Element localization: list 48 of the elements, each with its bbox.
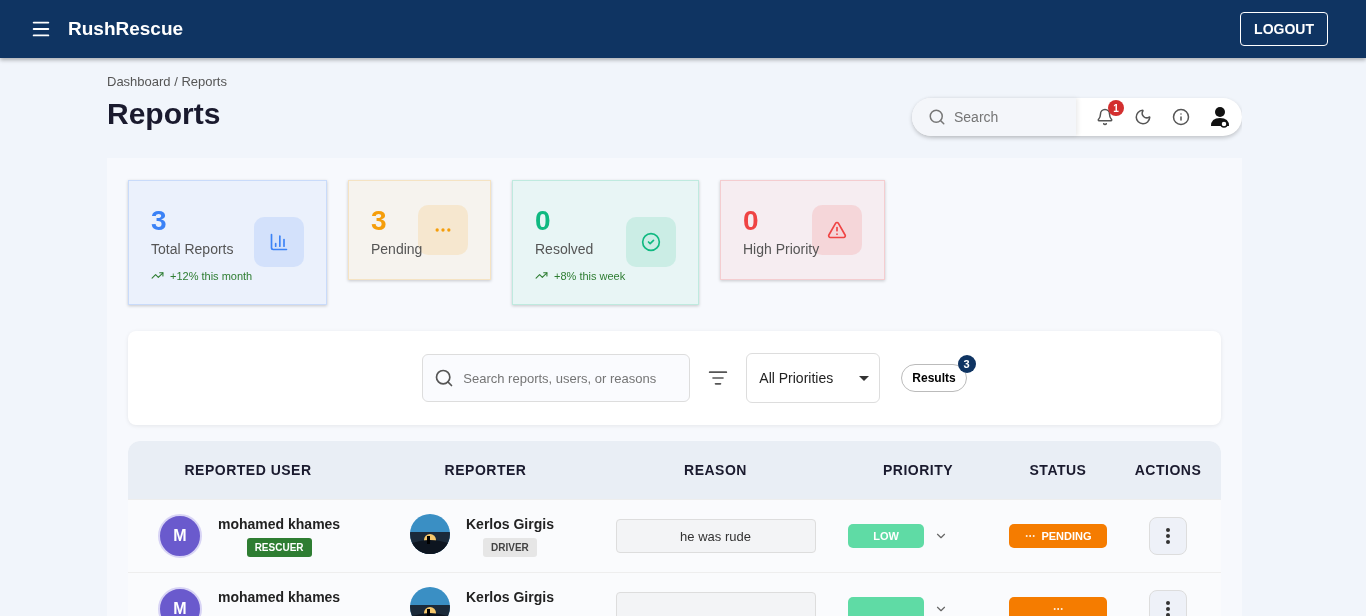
notification-icon[interactable] (1096, 108, 1114, 126)
breadcrumb: Dashboard / Reports (107, 74, 227, 89)
dropdown-caret-icon (859, 375, 870, 381)
moon-icon[interactable] (1134, 108, 1152, 126)
trend-icon (151, 269, 164, 282)
column-header: STATUS (1028, 462, 1088, 478)
info-icon[interactable] (1172, 108, 1190, 126)
priority-dropdown[interactable]: All Priorities (746, 353, 881, 403)
report-search-field[interactable]: Search reports, users, or reasons (422, 354, 691, 402)
stat-label: Pending (371, 241, 423, 257)
column-header: PRIORITY (881, 462, 955, 478)
notification-badge: 1 (1108, 100, 1124, 116)
results-count-badge: 3 (957, 355, 976, 373)
filter-icon[interactable] (708, 368, 729, 388)
kebab-icon (1166, 601, 1170, 616)
page-title: Reports (107, 97, 222, 131)
stat-value: 3 (151, 205, 167, 237)
stat-label: High Priority (743, 241, 820, 257)
column-header: REPORTER (443, 462, 528, 478)
user-icon[interactable] (1210, 106, 1230, 128)
bar-chart-icon (254, 217, 304, 267)
reporter-name: Kerlos Girgis (466, 589, 554, 605)
stat-value: 3 (371, 205, 387, 237)
column-header: REPORTED USER (183, 462, 313, 478)
brand-name: RushRescue (68, 18, 184, 40)
reason-field: he was rude (615, 519, 816, 553)
avatar: M (158, 514, 202, 558)
logout-button[interactable]: LOGOUT (1240, 12, 1328, 46)
trend-icon (535, 269, 548, 282)
search-field[interactable]: Search (912, 98, 1076, 136)
column-header: REASON (683, 462, 748, 478)
reporter-name: Kerlos Girgis (466, 516, 554, 532)
column-header: ACTIONS (1133, 462, 1203, 478)
stat-value: 0 (535, 205, 551, 237)
role-badge: RESCUER (246, 538, 312, 557)
stat-label: Resolved (535, 241, 594, 257)
more-button[interactable] (1149, 517, 1187, 555)
kebab-icon (1166, 528, 1170, 544)
stat-value: 0 (743, 205, 759, 237)
status-badge: PENDING (1009, 524, 1107, 548)
avatar: M (158, 587, 202, 616)
user-name: mohamed khames (218, 589, 341, 605)
trend-text: +8% this week (554, 269, 626, 282)
search-icon (434, 368, 455, 388)
role-badge: DRIVER (483, 538, 537, 557)
stat-label: Total Reports (151, 241, 234, 257)
trend-text: +12% this month (170, 269, 253, 282)
user-name: mohamed khames (218, 516, 341, 532)
